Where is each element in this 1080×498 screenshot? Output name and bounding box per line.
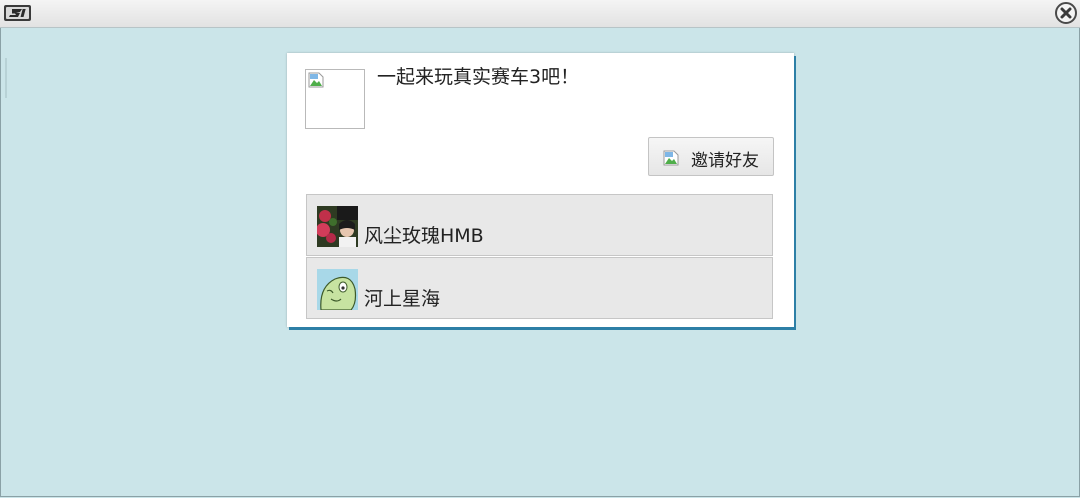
cartoon-avatar — [317, 269, 358, 310]
scroll-indicator — [5, 58, 7, 98]
invite-button-label: 邀请好友 — [691, 151, 759, 171]
invite-friends-button[interactable]: 邀请好友 — [648, 137, 774, 176]
photo-avatar — [317, 206, 358, 247]
friend-name: 风尘玫瑰HMB — [364, 225, 484, 247]
invite-message: 一起来玩真实赛车3吧！ — [377, 66, 580, 88]
close-icon[interactable] — [1054, 1, 1078, 25]
friend-list-item[interactable]: 河上星海 — [306, 257, 773, 319]
friend-list: 风尘玫瑰HMB 河上星海 — [306, 194, 773, 319]
broken-image-icon — [663, 150, 679, 166]
app-image — [305, 69, 365, 129]
broken-image-icon — [308, 72, 324, 88]
friend-list-item[interactable]: 风尘玫瑰HMB — [306, 194, 773, 256]
friend-name: 河上星海 — [364, 288, 441, 310]
invite-dialog: 一起来玩真实赛车3吧！ 邀请好友 风尘玫瑰HMB 河上星海 — [287, 53, 794, 327]
title-bar — [0, 0, 1080, 28]
game-3-logo-icon — [4, 5, 31, 21]
